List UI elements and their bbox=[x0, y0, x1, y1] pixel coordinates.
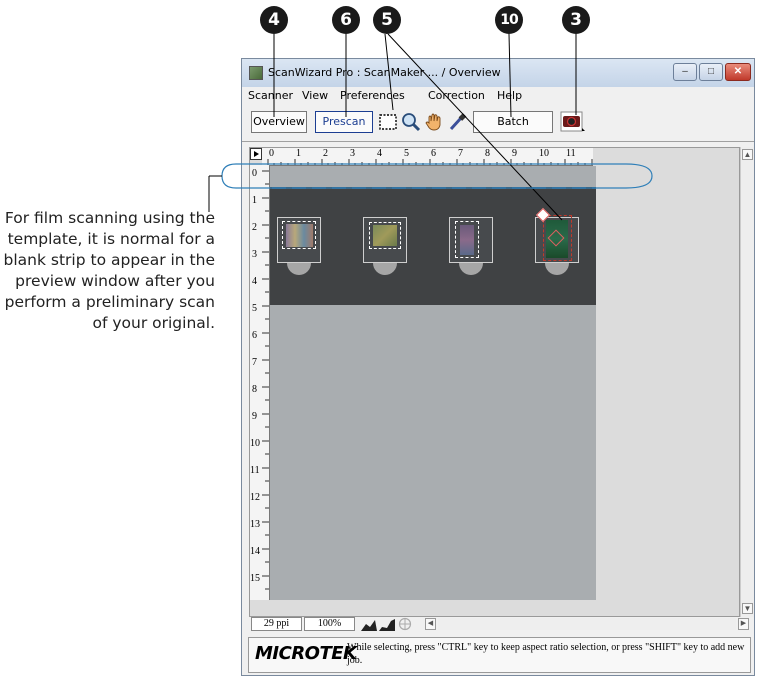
vruler-label-7: 7 bbox=[252, 357, 257, 368]
densitometer-icon[interactable] bbox=[397, 617, 413, 631]
toolbar-divider bbox=[242, 141, 754, 142]
highlight-histogram-icon[interactable] bbox=[379, 618, 395, 631]
marquee-tool-icon[interactable] bbox=[377, 111, 399, 133]
callout-badge-5: 5 bbox=[373, 6, 401, 34]
callout-badge-10: 10 bbox=[495, 6, 523, 34]
window-title: ScanWizard Pro : ScanMaker ... / Overvie… bbox=[268, 66, 501, 79]
vruler-label-11: 11 bbox=[250, 465, 260, 476]
resolution-display: 29 ppi bbox=[251, 617, 302, 631]
hruler-label-1: 1 bbox=[296, 148, 301, 159]
vruler-label-14: 14 bbox=[250, 546, 260, 557]
vruler-label-9: 9 bbox=[252, 411, 257, 422]
overview-button[interactable]: Overview bbox=[251, 111, 307, 133]
toolbar: Overview Prescan Batch bbox=[242, 105, 754, 141]
menu-view[interactable]: View bbox=[302, 89, 328, 102]
hruler-label-9: 9 bbox=[512, 148, 517, 159]
menu-scanner[interactable]: Scanner bbox=[248, 89, 293, 102]
hruler-label-4: 4 bbox=[377, 148, 382, 159]
vruler-label-8: 8 bbox=[252, 384, 257, 395]
vruler-label-15: 15 bbox=[250, 573, 260, 584]
hruler-label-3: 3 bbox=[350, 148, 355, 159]
annotation-text: For film scanning using the template, it… bbox=[3, 209, 215, 332]
scroll-left-arrow[interactable]: ◀ bbox=[425, 618, 436, 630]
hruler-label-2: 2 bbox=[323, 148, 328, 159]
scanwizard-window: ScanWizard Pro : ScanMaker ... / Overvie… bbox=[241, 58, 755, 676]
app-icon bbox=[249, 66, 263, 80]
close-button[interactable]: ✕ bbox=[725, 63, 751, 81]
hruler-label-10: 10 bbox=[539, 148, 549, 159]
horizontal-scrollbar-track[interactable] bbox=[438, 618, 736, 630]
prescan-button[interactable]: Prescan bbox=[315, 111, 373, 133]
zoom-tool-icon[interactable] bbox=[400, 111, 422, 133]
shadow-histogram-icon[interactable] bbox=[361, 618, 377, 631]
batch-button[interactable]: Batch bbox=[473, 111, 553, 133]
maximize-button[interactable]: □ bbox=[699, 63, 723, 81]
vruler-label-5: 5 bbox=[252, 303, 257, 314]
vruler-label-2: 2 bbox=[252, 222, 257, 233]
horizontal-ruler: 0 1 2 3 4 5 6 7 8 9 10 11 bbox=[262, 148, 593, 166]
vruler-label-4: 4 bbox=[252, 276, 257, 287]
hruler-label-5: 5 bbox=[404, 148, 409, 159]
status-bar: 29 ppi 100% ◀ ▶ bbox=[249, 617, 754, 632]
minimize-button[interactable]: – bbox=[673, 63, 697, 81]
zoom-display: 100% bbox=[304, 617, 355, 631]
selection-marquee-1[interactable] bbox=[282, 221, 316, 249]
menu-preferences[interactable]: Preferences bbox=[340, 89, 405, 102]
microtek-logo: MICROTEK bbox=[255, 643, 357, 664]
hruler-label-7: 7 bbox=[458, 148, 463, 159]
scroll-up-arrow[interactable]: ▲ bbox=[742, 149, 753, 160]
hand-tool-icon[interactable] bbox=[423, 111, 445, 133]
hruler-label-11: 11 bbox=[566, 148, 576, 159]
ruler-units-button[interactable] bbox=[250, 148, 262, 160]
vruler-label-6: 6 bbox=[252, 330, 257, 341]
hruler-label-0: 0 bbox=[269, 148, 274, 159]
menu-bar: Scanner View Preferences Correction Help bbox=[242, 87, 754, 105]
vruler-label-10: 10 bbox=[250, 438, 260, 449]
vruler-label-0: 0 bbox=[252, 168, 257, 179]
vruler-label-12: 12 bbox=[250, 492, 260, 503]
vruler-label-3: 3 bbox=[252, 249, 257, 260]
scroll-down-arrow[interactable]: ▼ bbox=[742, 603, 753, 614]
callout-badge-3: 3 bbox=[562, 6, 590, 34]
selection-hint-text: While selecting, press "CTRL" key to kee… bbox=[347, 642, 745, 666]
selection-marquee-3[interactable] bbox=[455, 221, 479, 258]
selection-marquee-2[interactable] bbox=[369, 222, 401, 249]
vertical-ruler: 0 1 2 3 4 5 6 7 8 9 10 11 12 13 14 15 bbox=[250, 165, 270, 600]
scroll-right-arrow[interactable]: ▶ bbox=[738, 618, 749, 630]
hruler-label-8: 8 bbox=[485, 148, 490, 159]
eyedropper-tool-icon[interactable] bbox=[446, 111, 468, 133]
hruler-label-6: 6 bbox=[431, 148, 436, 159]
callout-badge-4: 4 bbox=[260, 6, 288, 34]
menu-help[interactable]: Help bbox=[497, 89, 522, 102]
menu-correction[interactable]: Correction bbox=[428, 89, 485, 102]
vruler-label-13: 13 bbox=[250, 519, 260, 530]
scanner-settings-icon[interactable] bbox=[560, 111, 586, 133]
title-bar: ScanWizard Pro : ScanMaker ... / Overvie… bbox=[242, 59, 754, 87]
message-bar: MICROTEK While selecting, press "CTRL" k… bbox=[248, 637, 751, 673]
vruler-label-1: 1 bbox=[252, 195, 257, 206]
vertical-scrollbar[interactable]: ▲ ▼ bbox=[740, 147, 754, 617]
callout-badge-6: 6 bbox=[332, 6, 360, 34]
